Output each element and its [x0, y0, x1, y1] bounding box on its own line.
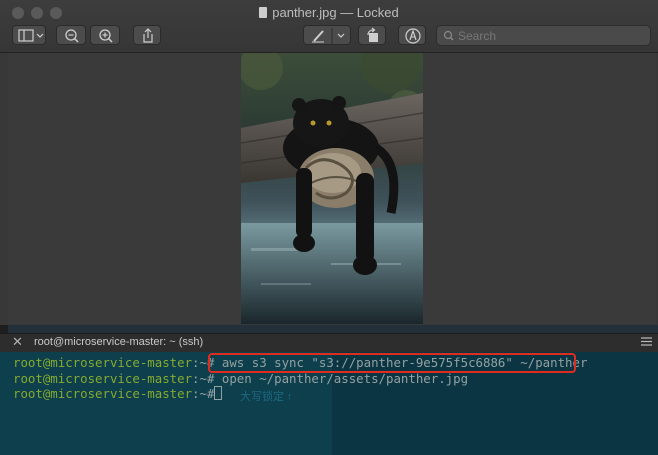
share-icon — [143, 28, 153, 43]
zoom-in-icon — [99, 29, 113, 43]
panther-image — [241, 53, 423, 324]
rotate-button[interactable] — [358, 25, 386, 45]
window-edge — [0, 325, 8, 333]
zoom-out-icon — [65, 29, 79, 43]
panther-photo[interactable] — [241, 53, 423, 324]
terminal-tab-bar: ✕ root@microservice-master: ~ (ssh) — [0, 333, 658, 353]
search-input[interactable] — [456, 27, 645, 45]
screen: panther.jpg — Locked Search ✕ root@micro… — [0, 0, 658, 455]
title-bar: panther.jpg — Locked — [0, 0, 658, 53]
markup-pen-icon — [312, 28, 345, 44]
menu-icon[interactable] — [641, 336, 652, 347]
close-icon[interactable]: ✕ — [12, 334, 23, 350]
sidebar-toggle-button[interactable] — [12, 25, 46, 45]
sidebar-icon — [18, 29, 44, 42]
window-title-text: panther.jpg — Locked — [272, 5, 399, 20]
window-title: panther.jpg — Locked — [0, 5, 658, 20]
prompt: root@microservice-master — [13, 386, 193, 401]
annotate-button[interactable] — [398, 25, 426, 45]
annotate-icon — [405, 28, 421, 44]
caps-lock-hint: 大写锁定 ↑ — [240, 391, 293, 403]
terminal-line: root@microservice-master:~# — [13, 386, 222, 401]
prompt: root@microservice-master — [13, 371, 193, 386]
terminal-line: root@microservice-master:~# open ~/panth… — [13, 371, 468, 386]
rotate-icon — [367, 27, 378, 42]
zoom-in-button[interactable] — [90, 25, 120, 45]
search-field[interactable] — [436, 25, 651, 46]
zoom-out-button[interactable] — [56, 25, 86, 45]
markup-button[interactable] — [303, 25, 351, 45]
command-text: open ~/panther/assets/panther.jpg — [221, 371, 469, 386]
share-button[interactable] — [133, 25, 161, 45]
terminal-cursor — [214, 386, 222, 400]
background-window-strip — [0, 325, 658, 333]
prompt: root@microservice-master — [13, 355, 193, 370]
search-icon — [443, 30, 454, 41]
document-icon — [259, 7, 268, 18]
terminal-tab-title[interactable]: root@microservice-master: ~ (ssh) — [34, 336, 203, 348]
prompt-separator: :~# — [192, 371, 222, 386]
command-highlight — [208, 353, 576, 373]
